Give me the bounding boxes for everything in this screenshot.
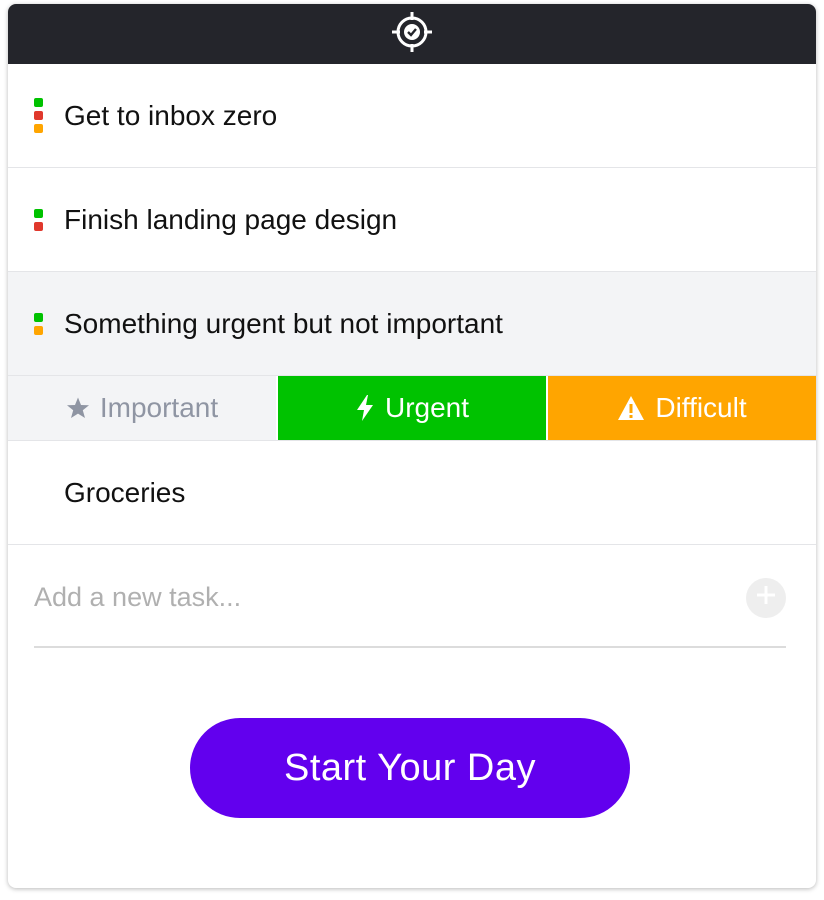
task-label: Get to inbox zero [64, 99, 278, 131]
important-dot [34, 312, 43, 322]
new-task-input[interactable] [34, 582, 746, 613]
title-bar [8, 4, 816, 64]
task-label: Groceries [64, 476, 186, 508]
task-item[interactable]: Get to inbox zero [8, 64, 816, 168]
task-item[interactable]: Finish landing page design [8, 168, 816, 272]
important-label: Important [99, 392, 219, 423]
star-icon [66, 396, 90, 420]
warning-icon [617, 395, 645, 421]
target-check-icon [391, 11, 433, 58]
priority-dots [34, 168, 43, 271]
task-label: Finish landing page design [64, 203, 398, 235]
task-item[interactable]: Groceries [8, 441, 816, 545]
urgent-toggle[interactable]: Urgent [276, 376, 546, 440]
priority-dots [34, 64, 43, 167]
app-window: Get to inbox zero Finish landing page de… [8, 4, 816, 888]
task-item-selected[interactable]: Something urgent but not important [8, 272, 816, 376]
new-task-row [34, 549, 786, 648]
important-toggle[interactable]: Important [8, 376, 276, 440]
difficult-label: Difficult [655, 392, 747, 423]
difficult-dot [34, 124, 43, 133]
important-dot [34, 208, 43, 218]
important-dot [34, 98, 43, 107]
urgent-dot [34, 221, 43, 231]
plus-icon [754, 583, 778, 612]
lightning-bolt-icon [355, 394, 375, 422]
difficult-dot [34, 325, 43, 335]
urgent-label: Urgent [384, 392, 470, 423]
urgent-dot [34, 111, 43, 120]
priority-dots [34, 272, 43, 375]
start-your-day-button[interactable]: Start Your Day [190, 718, 630, 818]
difficult-toggle[interactable]: Difficult [546, 376, 816, 440]
task-label: Something urgent but not important [64, 307, 503, 339]
add-task-button[interactable] [746, 577, 786, 618]
tag-bar: Important Urgent Difficult [8, 376, 816, 441]
